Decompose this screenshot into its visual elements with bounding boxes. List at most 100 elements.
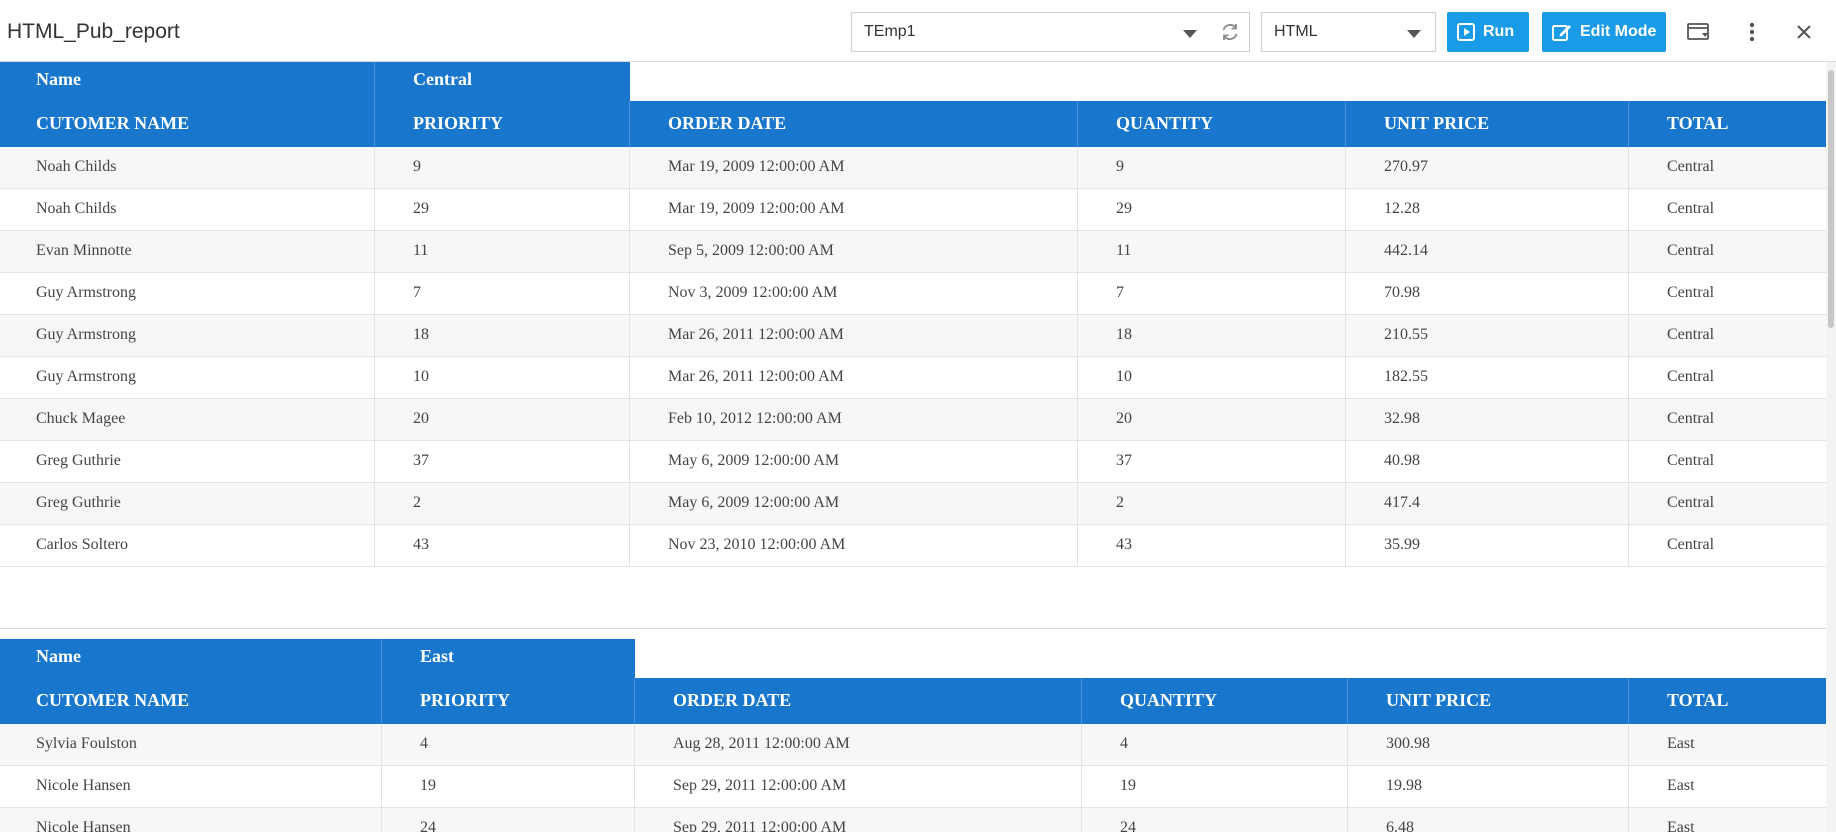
order-date-cell: Sep 29, 2011 12:00:00 AM [635, 808, 1082, 832]
unit-price-cell: 442.14 [1346, 231, 1629, 273]
column-header[interactable]: TOTAL [1629, 101, 1826, 147]
cell-text: Sylvia Foulston [36, 735, 137, 752]
cell-text: Central [1667, 326, 1715, 343]
table-header: CUTOMER NAME PRIORITY ORDER DATE QUANTIT… [0, 678, 1826, 724]
screen-icon[interactable] [1685, 18, 1713, 46]
column-header[interactable]: PRIORITY [382, 678, 635, 724]
table-row: Noah Childs 9 Mar 19, 2009 12:00:00 AM 9 270… [0, 147, 1826, 189]
quantity-cell: 37 [1078, 441, 1346, 483]
column-header[interactable]: UNIT PRICE [1348, 678, 1629, 724]
customer-name-cell: Guy Armstrong [0, 357, 375, 399]
customer-name-cell: Nicole Hansen [0, 766, 382, 808]
group-label: Name [36, 646, 81, 666]
customer-name-cell: Noah Childs [0, 147, 375, 189]
table-row: Sylvia Foulston 4 Aug 28, 2011 12:00:00 AM… [0, 724, 1826, 766]
table-row: Nicole Hansen 19 Sep 29, 2011 12:00:00 AM 1… [0, 766, 1826, 808]
cell-text: 43 [1116, 536, 1132, 553]
chevron-down-icon[interactable] [1183, 30, 1197, 38]
total-cell: Central [1629, 399, 1826, 441]
cell-text: Mar 26, 2011 12:00:00 AM [668, 368, 844, 385]
vertical-scrollbar[interactable] [1826, 62, 1836, 832]
total-cell: Central [1629, 315, 1826, 357]
template-select[interactable]: TEmp1 [851, 12, 1250, 52]
cell-text: Nicole Hansen [36, 819, 131, 832]
order-date-cell: Mar 26, 2011 12:00:00 AM [630, 357, 1078, 399]
total-cell: East [1629, 724, 1826, 766]
cell-text: 20 [1116, 410, 1132, 427]
cell-text: 270.97 [1384, 158, 1428, 175]
priority-cell: 20 [375, 399, 630, 441]
quantity-cell: 11 [1078, 231, 1346, 273]
order-date-cell: Mar 19, 2009 12:00:00 AM [630, 147, 1078, 189]
column-header[interactable]: ORDER DATE [630, 101, 1078, 147]
column-header[interactable]: QUANTITY [1082, 678, 1348, 724]
table-row: Guy Armstrong 10 Mar 26, 2011 12:00:00 AM 1… [0, 357, 1826, 399]
report-body: Name Central CUTOMER NAME PRIORITY ORDER… [0, 62, 1826, 832]
edit-mode-button-label: Edit Mode [1580, 23, 1657, 40]
column-header[interactable]: QUANTITY [1078, 101, 1346, 147]
close-icon[interactable] [1790, 18, 1818, 46]
cell-text: 4 [420, 735, 428, 752]
column-header[interactable]: ORDER DATE [635, 678, 1082, 724]
group-label: Name [36, 69, 81, 89]
cell-text: Mar 19, 2009 12:00:00 AM [668, 158, 845, 175]
cell-text: 10 [1116, 368, 1132, 385]
cell-text: Mar 26, 2011 12:00:00 AM [668, 326, 844, 343]
cell-text: Central [1667, 158, 1715, 175]
cell-text: East [1667, 777, 1695, 794]
unit-price-cell: 70.98 [1346, 273, 1629, 315]
refresh-icon[interactable] [1219, 21, 1241, 43]
format-select[interactable]: HTML [1261, 12, 1436, 52]
more-vertical-icon[interactable] [1738, 18, 1766, 46]
cell-text: Central [1667, 368, 1715, 385]
unit-price-cell: 270.97 [1346, 147, 1629, 189]
priority-cell: 7 [375, 273, 630, 315]
cell-text: Chuck Magee [36, 410, 126, 427]
cell-text: Guy Armstrong [36, 368, 136, 385]
cell-text: Sep 29, 2011 12:00:00 AM [673, 819, 847, 832]
total-cell: Central [1629, 483, 1826, 525]
column-header[interactable]: CUTOMER NAME [0, 678, 382, 724]
priority-cell: 19 [382, 766, 635, 808]
format-select-value: HTML [1274, 23, 1318, 40]
column-header[interactable]: TOTAL [1629, 678, 1826, 724]
quantity-cell: 4 [1082, 724, 1348, 766]
group-label-cell: Name [0, 62, 375, 101]
column-header[interactable]: UNIT PRICE [1346, 101, 1629, 147]
column-header[interactable]: CUTOMER NAME [0, 101, 375, 147]
cell-text: 19 [420, 777, 436, 794]
section-divider [0, 628, 1826, 629]
order-date-cell: Sep 5, 2009 12:00:00 AM [630, 231, 1078, 273]
edit-mode-button[interactable]: Edit Mode [1542, 12, 1666, 52]
cell-text: 70.98 [1384, 284, 1420, 301]
total-cell: Central [1629, 231, 1826, 273]
table-row: Chuck Magee 20 Feb 10, 2012 12:00:00 AM 20 3… [0, 399, 1826, 441]
total-cell: Central [1629, 441, 1826, 483]
cell-text: 9 [1116, 158, 1124, 175]
scrollbar-thumb[interactable] [1828, 70, 1834, 328]
priority-cell: 18 [375, 315, 630, 357]
cell-text: Evan Minnotte [36, 242, 132, 259]
table-row: Noah Childs 29 Mar 19, 2009 12:00:00 AM 29 1… [0, 189, 1826, 231]
cell-text: 6.48 [1386, 819, 1414, 832]
customer-name-cell: Guy Armstrong [0, 273, 375, 315]
chevron-down-icon[interactable] [1407, 30, 1421, 38]
order-date-cell: May 6, 2009 12:00:00 AM [630, 441, 1078, 483]
group-value-cell: East [382, 639, 635, 678]
cell-text: 11 [413, 242, 429, 259]
total-cell: Central [1629, 525, 1826, 567]
column-header[interactable]: PRIORITY [375, 101, 630, 147]
quantity-cell: 19 [1082, 766, 1348, 808]
priority-cell: 10 [375, 357, 630, 399]
quantity-cell: 24 [1082, 808, 1348, 832]
cell-text: Sep 29, 2011 12:00:00 AM [673, 777, 847, 794]
table-row: Guy Armstrong 18 Mar 26, 2011 12:00:00 AM 1… [0, 315, 1826, 357]
customer-name-cell: Evan Minnotte [0, 231, 375, 273]
order-date-cell: Nov 23, 2010 12:00:00 AM [630, 525, 1078, 567]
run-button[interactable]: Run [1447, 12, 1529, 52]
quantity-cell: 2 [1078, 483, 1346, 525]
table-row: Greg Guthrie 2 May 6, 2009 12:00:00 AM 2 417… [0, 483, 1826, 525]
cell-text: Nov 3, 2009 12:00:00 AM [668, 284, 838, 301]
cell-text: Nov 23, 2010 12:00:00 AM [668, 536, 846, 553]
total-cell: Central [1629, 273, 1826, 315]
